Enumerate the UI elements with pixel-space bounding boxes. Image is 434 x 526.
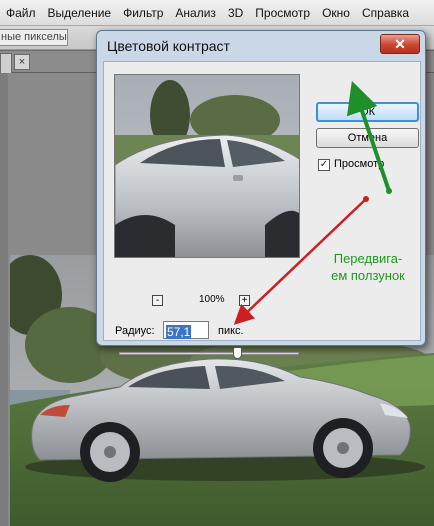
radius-slider-thumb[interactable] <box>233 347 243 359</box>
zoom-level: 100% <box>199 294 225 305</box>
cancel-button[interactable]: Отмена <box>316 128 419 148</box>
menu-view[interactable]: Просмотр <box>249 6 316 20</box>
menu-window[interactable]: Окно <box>316 6 356 20</box>
radius-input[interactable]: 57,1 <box>163 321 209 339</box>
menu-filter[interactable]: Фильтр <box>117 6 169 20</box>
ok-button[interactable]: ОК <box>316 102 419 122</box>
menu-file[interactable]: Файл <box>0 6 42 20</box>
zoom-in-icon[interactable]: + <box>239 295 250 306</box>
tab-close-icon[interactable]: × <box>14 54 30 70</box>
preview-checkbox-label: Просмотр <box>334 158 385 170</box>
radius-value: 57,1 <box>166 325 192 339</box>
units-label: пикс. <box>218 325 244 337</box>
menu-3d[interactable]: 3D <box>222 6 249 20</box>
high-pass-dialog: Цветовой контраст ✕ - 100% + ОК Отмена ✓… <box>96 30 426 359</box>
radius-slider-track[interactable] <box>119 352 299 355</box>
photoshop-window: Файл Выделение Фильтр Анализ 3D Просмотр… <box>0 0 434 526</box>
menu-help[interactable]: Справка <box>356 6 415 20</box>
preview-thumbnail[interactable] <box>114 74 300 258</box>
radius-label: Радиус: <box>115 325 155 337</box>
zoom-out-icon[interactable]: - <box>152 295 163 306</box>
preview-checkbox[interactable]: ✓ <box>318 159 330 171</box>
document-edge <box>0 73 8 526</box>
menu-bar: Файл Выделение Фильтр Анализ 3D Просмотр… <box>0 0 434 26</box>
document-tab[interactable] <box>0 53 12 73</box>
close-icon[interactable]: ✕ <box>380 34 420 54</box>
dialog-body: - 100% + ОК Отмена ✓ Просмотр Радиус: 57… <box>103 61 421 359</box>
annotation-label: Передвига-ем ползунок <box>331 251 405 283</box>
menu-analysis[interactable]: Анализ <box>169 6 222 20</box>
menu-select[interactable]: Выделение <box>42 6 118 20</box>
dialog-title: Цветовой контраст <box>107 38 230 54</box>
options-field[interactable]: ные пикселы <box>0 29 68 46</box>
preview-image <box>115 75 299 257</box>
